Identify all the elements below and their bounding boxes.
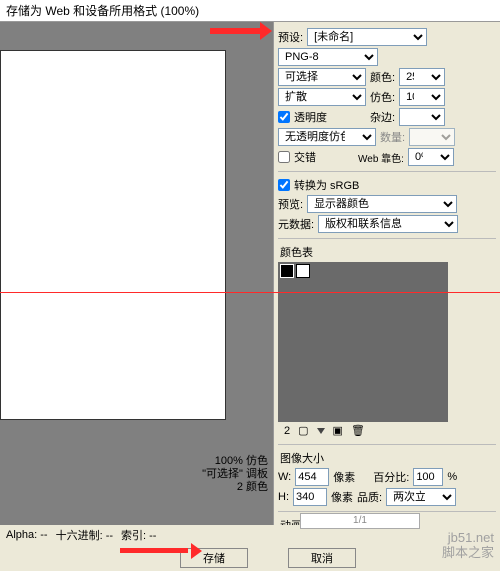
swatch-menu-icon[interactable] — [317, 428, 325, 434]
preset-label: 预设: — [278, 29, 303, 45]
interlace-label: 交错 — [294, 149, 354, 165]
cancel-button[interactable]: 取消 — [288, 548, 356, 568]
srgb-checkbox[interactable] — [278, 179, 290, 191]
transparency-checkbox[interactable] — [278, 111, 290, 123]
imagesize-title: 图像大小 — [280, 450, 496, 466]
height-input[interactable] — [293, 488, 327, 506]
height-label: H: — [278, 491, 289, 503]
preset-select[interactable]: [未命名] — [307, 28, 427, 46]
swatch-black[interactable] — [280, 264, 294, 278]
swatch-count: 2 — [284, 425, 290, 437]
window-title: 存储为 Web 和设备所用格式 (100%) — [0, 0, 500, 22]
preview-select[interactable]: 显示器颜色 — [307, 195, 457, 213]
color-table-swatch[interactable] — [278, 262, 448, 422]
trans-dither-select[interactable]: 无透明度仿色 — [278, 128, 376, 146]
percent-unit: % — [447, 471, 457, 483]
dither-method-select[interactable]: 扩散 — [278, 88, 366, 106]
preview-canvas[interactable] — [0, 50, 226, 420]
metadata-label: 元数据: — [278, 216, 314, 232]
quality-label: 品质: — [357, 489, 382, 505]
colors-label: 颜色: — [370, 69, 395, 85]
metadata-select[interactable]: 版权和联系信息 — [318, 215, 458, 233]
index-readout: 索引: -- — [121, 527, 156, 543]
percent-input[interactable] — [413, 468, 443, 486]
colortable-controls: 2 ▢ ▣ 🗑 — [278, 422, 496, 439]
trans-amount-select — [409, 128, 455, 146]
matte-select[interactable] — [399, 108, 445, 126]
swatch-new-icon[interactable]: ▢ — [298, 424, 308, 437]
preview-label: 预览: — [278, 196, 303, 212]
quality-select[interactable]: 两次立方 — [386, 488, 456, 506]
websnap-select[interactable]: 0% — [408, 148, 454, 166]
watermark-brand: 脚本之家 — [442, 542, 494, 561]
bottom-bar: Alpha: -- 十六进制: -- 索引: -- 存储 取消 — [0, 525, 500, 571]
info-colors: 2 颜色 — [202, 481, 268, 494]
hex-readout: 十六进制: -- — [56, 527, 113, 543]
annotation-arrow-save — [120, 543, 200, 559]
info-zoom: 100% 仿色 — [202, 455, 268, 468]
info-palette: "可选择" 调板 — [202, 468, 268, 481]
trans-amount-label: 数量: — [380, 129, 405, 145]
format-select[interactable]: PNG-8 — [278, 48, 378, 66]
width-input[interactable] — [295, 468, 329, 486]
swatch-lock-icon[interactable]: ▣ — [333, 424, 343, 437]
frame-indicator: 1/1 — [300, 513, 420, 529]
matte-label: 杂边: — [370, 109, 395, 125]
dither-label: 仿色: — [370, 89, 395, 105]
reduction-select[interactable]: 可选择 — [278, 68, 366, 86]
interlace-checkbox[interactable] — [278, 151, 290, 163]
width-label: W: — [278, 471, 291, 483]
percent-label: 百分比: — [373, 469, 409, 485]
dither-amount-select[interactable]: 100% — [399, 88, 445, 106]
annotation-divider-line — [0, 292, 500, 293]
preview-info: 100% 仿色 "可选择" 调板 2 颜色 — [202, 455, 268, 494]
height-unit: 像素 — [331, 489, 353, 505]
colors-select[interactable]: 256 — [399, 68, 445, 86]
swatch-trash-icon[interactable]: 🗑 — [351, 424, 365, 437]
settings-panel: 预设: [未命名] PNG-8 可选择 颜色: 256 扩散 仿色: 100% … — [273, 22, 500, 552]
colortable-title: 颜色表 — [280, 244, 496, 260]
annotation-arrow-preset — [210, 22, 270, 42]
srgb-label: 转换为 sRGB — [294, 177, 359, 193]
websnap-label: Web 靠色: — [358, 150, 404, 165]
width-unit: 像素 — [333, 469, 355, 485]
transparency-label: 透明度 — [294, 109, 366, 125]
swatch-white[interactable] — [296, 264, 310, 278]
alpha-readout: Alpha: -- — [6, 527, 48, 543]
